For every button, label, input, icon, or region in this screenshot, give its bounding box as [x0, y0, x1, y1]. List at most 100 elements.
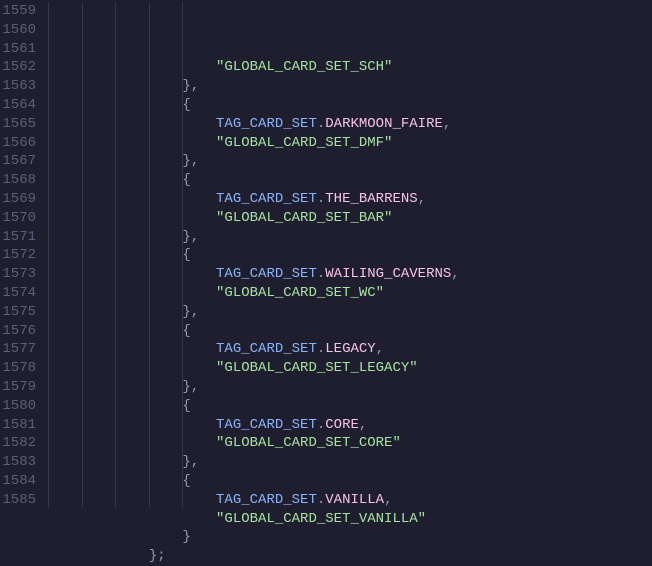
code-line[interactable]: },: [48, 453, 652, 472]
line-number: 1560: [0, 21, 36, 40]
line-number: 1584: [0, 472, 36, 491]
comma: ,: [359, 417, 367, 433]
comma: ,: [191, 153, 199, 169]
line-number: 1582: [0, 434, 36, 453]
code-line[interactable]: TAG_CARD_SET.WAILING_CAVERNS,: [48, 265, 652, 284]
line-number: 1585: [0, 491, 36, 510]
comma: ,: [443, 116, 451, 132]
dot: .: [317, 492, 325, 508]
code-area[interactable]: "GLOBAL_CARD_SET_SCH" }, { TAG_CARD_SET.…: [48, 0, 652, 508]
code-line[interactable]: },: [48, 378, 652, 397]
brace-close-icon: }: [182, 304, 190, 320]
dot: .: [317, 417, 325, 433]
code-line[interactable]: TAG_CARD_SET.LEGACY,: [48, 340, 652, 359]
line-number: 1565: [0, 115, 36, 134]
comma: ,: [384, 492, 392, 508]
brace-close-icon: }: [182, 529, 190, 545]
enum-type: TAG_CARD_SET: [216, 341, 317, 357]
code-line[interactable]: }: [48, 528, 652, 547]
code-line[interactable]: TAG_CARD_SET.CORE,: [48, 416, 652, 435]
code-line[interactable]: {: [48, 171, 652, 190]
code-line[interactable]: "GLOBAL_CARD_SET_BAR": [48, 209, 652, 228]
code-editor[interactable]: 1559156015611562156315641565156615671568…: [0, 0, 652, 508]
line-number: 1575: [0, 303, 36, 322]
dot: .: [317, 191, 325, 207]
enum-type: TAG_CARD_SET: [216, 116, 317, 132]
comma: ,: [191, 78, 199, 94]
dot: .: [317, 341, 325, 357]
brace-open-icon: {: [182, 398, 190, 414]
line-number: 1566: [0, 134, 36, 153]
line-number: 1581: [0, 416, 36, 435]
code-line[interactable]: {: [48, 322, 652, 341]
code-line[interactable]: "GLOBAL_CARD_SET_SCH": [48, 58, 652, 77]
line-number: 1579: [0, 378, 36, 397]
line-number: 1569: [0, 190, 36, 209]
brace-open-icon: {: [182, 473, 190, 489]
code-line[interactable]: },: [48, 303, 652, 322]
enum-type: TAG_CARD_SET: [216, 417, 317, 433]
brace-close-icon: }: [182, 229, 190, 245]
line-number: 1580: [0, 397, 36, 416]
enum-type: TAG_CARD_SET: [216, 191, 317, 207]
line-number: 1559: [0, 2, 36, 21]
brace-open-icon: {: [182, 323, 190, 339]
line-number: 1577: [0, 340, 36, 359]
enum-member: LEGACY: [325, 341, 375, 357]
code-line[interactable]: "GLOBAL_CARD_SET_WC": [48, 284, 652, 303]
code-line[interactable]: {: [48, 397, 652, 416]
code-line[interactable]: {: [48, 472, 652, 491]
code-line[interactable]: {: [48, 96, 652, 115]
code-line[interactable]: "GLOBAL_CARD_SET_CORE": [48, 434, 652, 453]
code-line[interactable]: },: [48, 77, 652, 96]
line-number: 1564: [0, 96, 36, 115]
line-number: 1576: [0, 322, 36, 341]
string-literal: "GLOBAL_CARD_SET_BAR": [216, 210, 392, 226]
comma: ,: [191, 379, 199, 395]
line-number: 1574: [0, 284, 36, 303]
comma: ,: [191, 454, 199, 470]
comma: ,: [451, 266, 459, 282]
comma: ,: [191, 229, 199, 245]
brace-close-icon: }: [182, 454, 190, 470]
code-line[interactable]: TAG_CARD_SET.THE_BARRENS,: [48, 190, 652, 209]
code-line[interactable]: "GLOBAL_CARD_SET_VANILLA": [48, 510, 652, 529]
string-literal: "GLOBAL_CARD_SET_CORE": [216, 435, 401, 451]
enum-member: DARKMOON_FAIRE: [325, 116, 443, 132]
string-literal: "GLOBAL_CARD_SET_DMF": [216, 135, 392, 151]
enum-member: VANILLA: [325, 492, 384, 508]
code-line[interactable]: "GLOBAL_CARD_SET_LEGACY": [48, 359, 652, 378]
code-line[interactable]: "GLOBAL_CARD_SET_DMF": [48, 134, 652, 153]
code-line[interactable]: },: [48, 228, 652, 247]
comma: ,: [418, 191, 426, 207]
line-number: 1571: [0, 228, 36, 247]
string-literal: "GLOBAL_CARD_SET_VANILLA": [216, 511, 426, 527]
code-line[interactable]: };: [48, 547, 652, 566]
line-number: 1578: [0, 359, 36, 378]
brace-open-icon: {: [182, 97, 190, 113]
line-number: 1570: [0, 209, 36, 228]
brace-open-icon: {: [182, 172, 190, 188]
enum-type: TAG_CARD_SET: [216, 266, 317, 282]
brace-close-icon: }: [149, 548, 157, 564]
comma: ,: [376, 341, 384, 357]
line-number: 1573: [0, 265, 36, 284]
code-line[interactable]: {: [48, 246, 652, 265]
comma: ,: [191, 304, 199, 320]
code-line[interactable]: TAG_CARD_SET.DARKMOON_FAIRE,: [48, 115, 652, 134]
dot: .: [317, 266, 325, 282]
code-line[interactable]: TAG_CARD_SET.VANILLA,: [48, 491, 652, 510]
string-literal: "GLOBAL_CARD_SET_WC": [216, 285, 384, 301]
line-number: 1567: [0, 152, 36, 171]
brace-close-icon: }: [182, 153, 190, 169]
enum-member: THE_BARRENS: [325, 191, 417, 207]
line-number: 1572: [0, 246, 36, 265]
enum-member: WAILING_CAVERNS: [325, 266, 451, 282]
line-number: 1563: [0, 77, 36, 96]
line-number: 1562: [0, 58, 36, 77]
code-line[interactable]: },: [48, 152, 652, 171]
string-literal: "GLOBAL_CARD_SET_SCH": [216, 59, 392, 75]
line-number: 1583: [0, 453, 36, 472]
dot: .: [317, 116, 325, 132]
brace-close-icon: }: [182, 78, 190, 94]
